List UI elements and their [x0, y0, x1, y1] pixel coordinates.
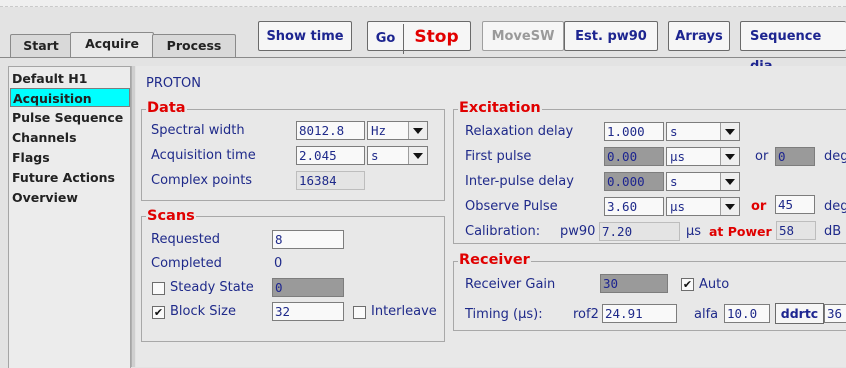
- first-pulse-deg-unit: deg: [824, 149, 846, 164]
- at-power-label: at Power: [709, 224, 772, 239]
- arrays-button[interactable]: Arrays: [668, 21, 730, 51]
- requested-label: Requested: [151, 232, 221, 247]
- first-pulse-unit-select[interactable]: µs: [666, 147, 740, 166]
- observe-pulse-unit-select[interactable]: µs: [666, 197, 740, 216]
- acquisition-time-unit-select[interactable]: s: [367, 146, 428, 165]
- acquisition-panel: PROTON Data Spectral width 8012.8 Hz Acq…: [136, 66, 846, 367]
- calibration-power-value: 58: [776, 221, 816, 240]
- splitter[interactable]: [131, 66, 135, 367]
- spectral-width-unit-select[interactable]: Hz: [367, 121, 428, 140]
- calibration-power-unit: dB: [824, 224, 842, 239]
- timing-label: Timing (µs):: [465, 307, 543, 322]
- est-pw90-button[interactable]: Est. pw90: [564, 21, 658, 51]
- sidebar: Default H1 Acquisition Pulse Sequence Ch…: [8, 66, 131, 368]
- complex-points-value: 16384: [296, 171, 365, 190]
- receiver-gain-label: Receiver Gain: [465, 277, 556, 292]
- observe-pulse-deg-unit: deg: [824, 199, 846, 214]
- completed-value: 0: [274, 256, 283, 271]
- relaxation-delay-unit-select[interactable]: s: [666, 122, 740, 141]
- chevron-down-icon: [408, 122, 427, 139]
- chevron-down-icon: [720, 198, 739, 215]
- first-pulse-input[interactable]: 0.00: [604, 147, 664, 166]
- acquisition-time-unit: s: [371, 148, 379, 163]
- receiver-gain-auto-label: Auto: [699, 277, 730, 292]
- calibration-param: pw90: [560, 224, 596, 239]
- sidebar-item-future-actions[interactable]: Future Actions: [12, 168, 115, 187]
- receiver-group-title: Receiver: [458, 252, 531, 268]
- window-top-edge: [0, 0, 846, 7]
- interleave-checkbox[interactable]: [353, 306, 366, 319]
- inter-pulse-delay-unit-select[interactable]: s: [666, 172, 740, 191]
- calibration-label: Calibration:: [465, 224, 541, 239]
- sidebar-item-acquisition[interactable]: Acquisition: [10, 88, 130, 107]
- stop-button[interactable]: Stop: [404, 22, 470, 52]
- steady-state-input[interactable]: 0: [272, 278, 344, 297]
- chevron-down-icon: [720, 123, 739, 140]
- go-stop-group: Go Stop: [367, 21, 471, 54]
- block-size-checkbox[interactable]: ✔: [152, 306, 165, 319]
- interleave-label: Interleave: [371, 304, 437, 319]
- ddrtc-button[interactable]: ddrtc: [775, 303, 824, 324]
- tab-acquire[interactable]: Acquire: [70, 32, 154, 58]
- scans-group-title: Scans: [146, 208, 196, 224]
- acquisition-time-input[interactable]: 2.045: [296, 146, 365, 165]
- inter-pulse-delay-input[interactable]: 0.000: [604, 172, 664, 191]
- spectral-width-label: Spectral width: [151, 123, 245, 138]
- steady-state-label: Steady State: [170, 280, 254, 295]
- steady-state-checkbox[interactable]: [152, 282, 165, 295]
- inter-pulse-delay-unit: s: [670, 174, 678, 189]
- tab-process[interactable]: Process: [152, 34, 236, 57]
- relaxation-delay-label: Relaxation delay: [465, 124, 574, 139]
- receiver-gain-input[interactable]: 30: [600, 274, 668, 293]
- first-pulse-or: or: [755, 149, 769, 164]
- sidebar-item-pulse-sequence[interactable]: Pulse Sequence: [12, 108, 123, 127]
- first-pulse-deg-input[interactable]: 0: [775, 147, 815, 166]
- chevron-down-icon: [720, 148, 739, 165]
- acquisition-time-label: Acquisition time: [151, 148, 256, 163]
- movesw-button[interactable]: MoveSW: [482, 21, 564, 51]
- ddrtc-input[interactable]: 36: [824, 304, 846, 323]
- relaxation-delay-unit: s: [670, 124, 678, 139]
- spectral-width-input[interactable]: 8012.8: [296, 121, 365, 140]
- observe-pulse-unit: µs: [670, 199, 686, 214]
- calibration-unit: µs: [686, 224, 702, 239]
- spectral-width-unit: Hz: [371, 123, 387, 138]
- nucleus-label: PROTON: [146, 76, 202, 91]
- sidebar-item-flags[interactable]: Flags: [12, 148, 50, 167]
- observe-pulse-input[interactable]: 3.60: [604, 197, 664, 216]
- alfa-input[interactable]: 10.0: [724, 304, 770, 323]
- block-size-input[interactable]: 32: [272, 302, 344, 321]
- observe-pulse-or: or: [751, 199, 767, 214]
- chevron-down-icon: [408, 147, 427, 164]
- data-group-title: Data: [146, 100, 187, 116]
- excitation-group-title: Excitation: [458, 100, 542, 116]
- alfa-label: alfa: [694, 307, 719, 322]
- observe-pulse-label: Observe Pulse: [465, 199, 558, 214]
- tab-start[interactable]: Start: [10, 34, 72, 57]
- first-pulse-unit: µs: [670, 149, 686, 164]
- complex-points-label: Complex points: [151, 173, 253, 188]
- chevron-down-icon: [720, 173, 739, 190]
- calibration-pw90-value: 7.20: [599, 222, 680, 241]
- relaxation-delay-input[interactable]: 1.000: [604, 122, 664, 141]
- show-time-button[interactable]: Show time: [258, 21, 352, 51]
- rof2-label: rof2: [573, 307, 599, 322]
- block-size-label: Block Size: [170, 304, 236, 319]
- sidebar-item-default-h1[interactable]: Default H1: [12, 69, 87, 88]
- tab-baseline: [0, 57, 846, 58]
- first-pulse-label: First pulse: [465, 149, 532, 164]
- rof2-input[interactable]: 24.91: [602, 304, 677, 323]
- sidebar-item-channels[interactable]: Channels: [12, 128, 77, 147]
- sidebar-item-overview[interactable]: Overview: [12, 188, 78, 207]
- receiver-gain-auto-checkbox[interactable]: ✔: [681, 278, 694, 291]
- observe-pulse-deg-input[interactable]: 45: [775, 195, 815, 214]
- go-button[interactable]: Go: [369, 24, 404, 54]
- completed-label: Completed: [151, 256, 222, 271]
- sequence-diagram-button[interactable]: Sequence dia: [740, 21, 846, 74]
- requested-input[interactable]: 8: [272, 230, 344, 249]
- inter-pulse-delay-label: Inter-pulse delay: [465, 174, 574, 189]
